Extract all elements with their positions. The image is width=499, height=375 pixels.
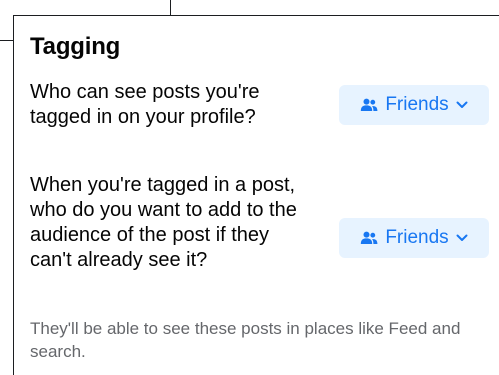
audience-selector-button[interactable]: Friends [339, 218, 489, 258]
audience-value: Friends [385, 227, 449, 248]
background-window-edge [0, 40, 14, 41]
helper-note: They'll be able to see these posts in pl… [30, 319, 461, 361]
audience-selector-button[interactable]: Friends [339, 85, 489, 125]
audience-value: Friends [385, 94, 449, 115]
screen: Tagging Who can see posts you're tagged … [0, 0, 499, 375]
section-title: Tagging [30, 33, 121, 60]
friends-icon [360, 231, 378, 245]
tagging-settings-card: Tagging Who can see posts you're tagged … [13, 15, 499, 375]
setting-label-tagged-posts-visibility: Who can see posts you're tagged in on yo… [30, 81, 260, 128]
friends-icon [360, 98, 378, 112]
setting-label-tag-audience: When you're tagged in a post, who do you… [30, 174, 297, 271]
background-window-edge [170, 0, 171, 16]
chevron-down-icon [456, 234, 468, 242]
chevron-down-icon [456, 101, 468, 109]
